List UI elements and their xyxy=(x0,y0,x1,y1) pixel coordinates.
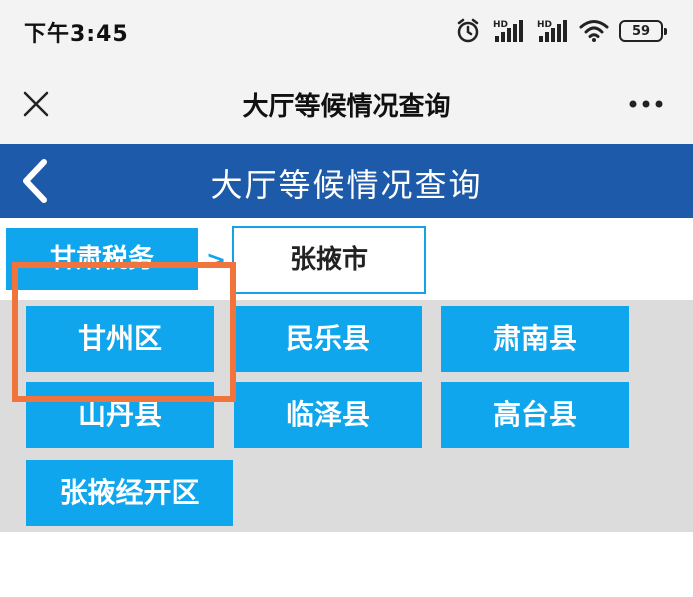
district-button-gaotai[interactable]: 高台县 xyxy=(441,382,629,448)
title-bar: 大厅等候情况查询 xyxy=(0,64,693,144)
app-header: 大厅等候情况查询 xyxy=(0,144,693,218)
signal-icon: HD xyxy=(537,20,567,42)
district-button-linze[interactable]: 临泽县 xyxy=(234,382,422,448)
district-button-minle[interactable]: 民乐县 xyxy=(234,306,422,372)
signal-icon: HD xyxy=(493,20,523,42)
battery-icon: 59 xyxy=(619,20,667,42)
status-icons: HD HD 59 xyxy=(455,16,667,46)
highlight-box xyxy=(12,262,236,402)
breadcrumb-current: 张掖市 xyxy=(232,226,426,294)
hd-label: HD xyxy=(537,20,552,30)
page-title: 大厅等候情况查询 xyxy=(242,92,451,122)
status-time: 下午3:45 xyxy=(24,22,129,47)
alarm-icon xyxy=(457,18,479,43)
hd-label: HD xyxy=(493,20,508,30)
header-title: 大厅等候情况查询 xyxy=(210,166,483,204)
wifi-icon xyxy=(579,20,609,42)
status-bar: 下午3:45 HD HD 59 xyxy=(0,0,693,64)
more-icon[interactable] xyxy=(629,100,663,108)
district-button-sunan[interactable]: 肃南县 xyxy=(441,306,629,372)
district-button-jingkai[interactable]: 张掖经开区 xyxy=(26,460,233,526)
